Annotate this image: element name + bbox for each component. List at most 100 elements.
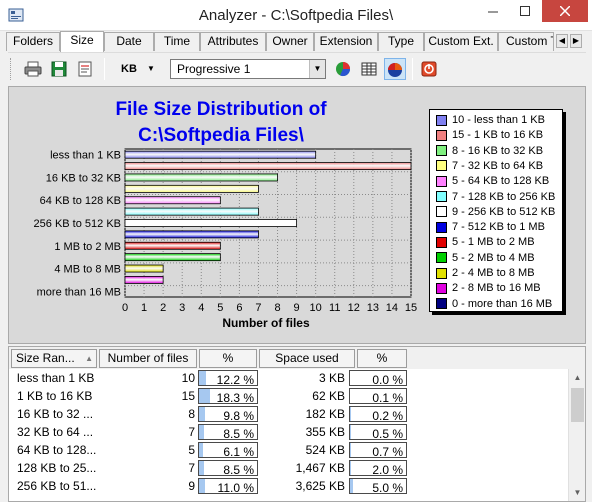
legend-swatch <box>436 252 447 264</box>
x-tick-label: 1 <box>141 302 147 314</box>
bar-1 <box>124 162 412 171</box>
column-header-space-percent[interactable]: % <box>357 349 407 368</box>
cell-space-percent: 0.5 % <box>349 424 407 441</box>
percent-text: 0.7 % <box>372 445 403 459</box>
percent-text: 8.5 % <box>223 463 254 477</box>
cell-number-of-files: 7 <box>188 425 195 439</box>
legend-item: 2 - 4 MB to 8 MB <box>436 266 535 280</box>
unit-selector[interactable]: KB <box>118 60 140 78</box>
table-row[interactable]: 16 KB to 32 ... 8 9.8 % 182 KB 0.2 % <box>9 405 569 423</box>
cell-size-range: 256 KB to 51... <box>17 479 97 493</box>
y-tick-label: less than 1 KB <box>50 150 121 162</box>
cell-size-range: 64 KB to 128... <box>17 443 97 457</box>
percent-text: 6.1 % <box>223 445 254 459</box>
percent-bar <box>199 461 204 475</box>
toolbar-grip[interactable] <box>10 58 13 80</box>
column-header-space-used[interactable]: Space used <box>259 349 355 368</box>
x-tick-label: 4 <box>198 302 204 314</box>
x-tick-label: 0 <box>122 302 128 314</box>
close-button[interactable] <box>542 0 588 22</box>
properties-button[interactable] <box>74 58 96 80</box>
legend-swatch <box>436 267 447 279</box>
sort-arrow-icon: ▲ <box>85 354 93 363</box>
legend-swatch <box>436 298 447 310</box>
chevron-down-icon[interactable]: ▼ <box>309 60 325 78</box>
x-tick-label: 6 <box>236 302 242 314</box>
legend-label: 5 - 1 MB to 2 MB <box>452 236 535 249</box>
toolbar-separator-2 <box>412 58 413 80</box>
bar-chart-button[interactable] <box>384 58 406 80</box>
percent-text: 2.0 % <box>372 463 403 477</box>
unit-dropdown-arrow[interactable]: ▼ <box>146 63 156 75</box>
bar-5 <box>124 207 259 216</box>
percent-bar <box>199 407 205 421</box>
pie-chart-button[interactable] <box>332 58 354 80</box>
table-row[interactable]: 256 KB to 51... 9 11.0 % 3,625 KB 5.0 % <box>9 477 569 495</box>
table-row[interactable]: less than 1 KB 10 12.2 % 3 KB 0.0 % <box>9 369 569 387</box>
tab-scroll-right-button[interactable]: ▶ <box>570 34 582 48</box>
vertical-scrollbar[interactable]: ▲ ▼ <box>568 369 585 501</box>
cell-size-range: 16 KB to 32 ... <box>17 407 94 421</box>
scroll-down-button[interactable]: ▼ <box>569 484 586 501</box>
table-row[interactable]: 32 KB to 64 ... 7 8.5 % 355 KB 0.5 % <box>9 423 569 441</box>
y-tick-label: 16 KB to 32 KB <box>46 172 121 184</box>
y-tick-label: 256 KB to 512 KB <box>34 218 121 230</box>
tab-custom-ext[interactable]: Custom Ext. <box>424 32 498 51</box>
column-header-files-percent[interactable]: % <box>199 349 257 368</box>
legend-swatch <box>436 282 447 294</box>
legend-label: 5 - 64 KB to 128 KB <box>452 175 550 188</box>
cell-files-percent: 8.5 % <box>198 460 258 477</box>
legend-label: 2 - 8 MB to 16 MB <box>452 282 541 295</box>
cell-space-used: 182 KB <box>305 407 345 421</box>
percent-text: 5.0 % <box>372 481 403 495</box>
scroll-up-button[interactable]: ▲ <box>569 369 586 386</box>
cell-number-of-files: 7 <box>188 461 195 475</box>
minimize-icon <box>488 11 498 13</box>
legend-swatch <box>436 221 447 233</box>
percent-text: 0.2 % <box>372 409 403 423</box>
table-row[interactable]: 128 KB to 25... 7 8.5 % 1,467 KB 2.0 % <box>9 459 569 477</box>
x-tick-label: 12 <box>348 302 360 314</box>
legend-swatch <box>436 160 447 172</box>
minimize-button[interactable] <box>478 0 508 22</box>
cell-space-percent: 0.2 % <box>349 406 407 423</box>
percent-text: 12.2 % <box>216 373 254 387</box>
save-button[interactable] <box>48 58 70 80</box>
legend-swatch <box>436 145 447 157</box>
cell-number-of-files: 10 <box>181 371 195 385</box>
tab-attributes[interactable]: Attributes <box>200 32 266 51</box>
tab-extension[interactable]: Extension <box>314 32 378 51</box>
cell-space-used: 524 KB <box>305 443 345 457</box>
tab-folders[interactable]: Folders <box>6 32 60 51</box>
cell-files-percent: 11.0 % <box>198 478 258 495</box>
table-row[interactable]: 64 KB to 128... 5 6.1 % 524 KB 0.7 % <box>9 441 569 459</box>
tab-type[interactable]: Type <box>378 32 424 51</box>
legend-item: 5 - 1 MB to 2 MB <box>436 235 535 249</box>
tab-owner[interactable]: Owner <box>266 32 314 51</box>
stop-button[interactable] <box>418 58 440 80</box>
tab-size[interactable]: Size <box>60 31 104 52</box>
maximize-icon <box>520 6 530 16</box>
legend-swatch <box>436 236 447 248</box>
grid-view-button[interactable] <box>358 58 380 80</box>
cell-files-percent: 9.8 % <box>198 406 258 423</box>
tab-custom-type[interactable]: Custom Type <box>498 32 554 51</box>
x-tick-label: 10 <box>310 302 322 314</box>
x-tick-label: 9 <box>294 302 300 314</box>
column-header-number-of-files[interactable]: Number of files <box>99 349 197 368</box>
x-tick-label: 13 <box>367 302 379 314</box>
maximize-button[interactable] <box>510 0 540 22</box>
legend-item: 0 - more than 16 MB <box>436 297 552 311</box>
bar-0 <box>124 150 317 159</box>
tab-scroll-left-button[interactable]: ◀ <box>556 34 568 48</box>
tab-time[interactable]: Time <box>154 32 200 51</box>
percent-bar <box>199 425 204 439</box>
cell-space-used: 3 KB <box>318 371 345 385</box>
print-button[interactable] <box>22 58 44 80</box>
tab-date[interactable]: Date <box>104 32 154 51</box>
legend-label: 2 - 4 MB to 8 MB <box>452 267 535 279</box>
table-row[interactable]: 1 KB to 16 KB 15 18.3 % 62 KB 0.1 % <box>9 387 569 405</box>
mode-select[interactable]: Progressive 1 ▼ <box>170 59 326 79</box>
scroll-thumb[interactable] <box>571 388 584 422</box>
column-header-size-range[interactable]: Size Ran... ▲ <box>11 349 97 368</box>
